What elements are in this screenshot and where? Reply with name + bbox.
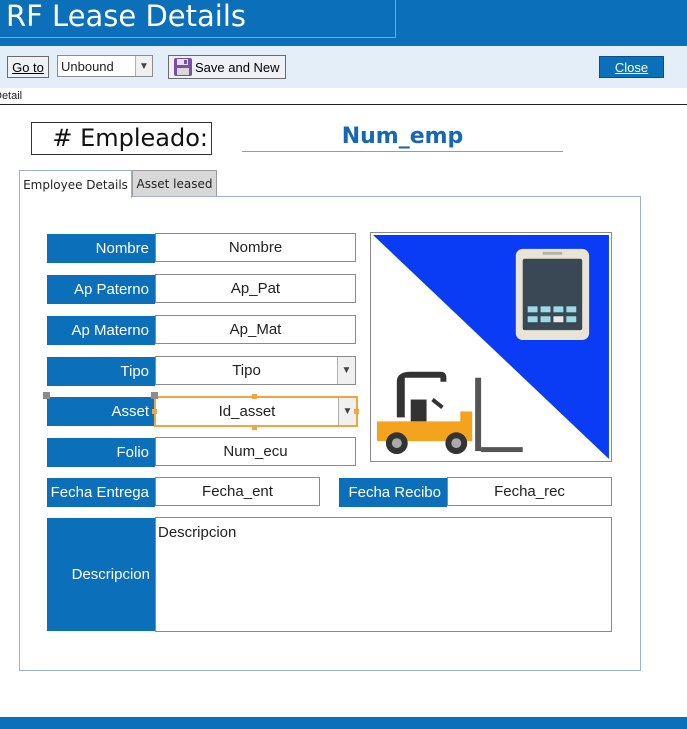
ap-materno-field[interactable]: Ap_Mat (155, 315, 356, 344)
footer-bar (0, 717, 687, 729)
ap-paterno-field[interactable]: Ap_Pat (155, 274, 356, 303)
asset-picture (370, 232, 612, 462)
tipo-select-value: Tipo (232, 362, 261, 379)
selection-handle[interactable] (151, 392, 158, 399)
nombre-field[interactable]: Nombre (155, 233, 356, 262)
empleado-label: # Empleado: (52, 124, 208, 152)
selection-handle[interactable] (152, 409, 157, 414)
empleado-label-box: # Empleado: (31, 122, 212, 155)
fecha-entrega-field[interactable]: Fecha_ent (155, 477, 320, 506)
chevron-down-icon[interactable]: ▼ (135, 56, 152, 76)
tablet-icon (515, 248, 590, 341)
close-button[interactable]: Close (599, 56, 664, 78)
tab-asset-leased[interactable]: Asset leased (132, 170, 217, 197)
asset-label: Asset (47, 397, 155, 426)
chevron-down-icon[interactable]: ▼ (337, 357, 355, 384)
num-emp-field[interactable]: Num_emp (242, 124, 563, 152)
descripcion-label: Descripcion (47, 518, 155, 631)
title-box: RF Lease Details (0, 0, 396, 38)
folio-label: Folio (47, 438, 155, 467)
save-and-new-label: Save and New (195, 59, 280, 75)
fecha-recibo-label: Fecha Recibo (339, 478, 447, 507)
tipo-label: Tipo (47, 357, 155, 386)
form-title: RF Lease Details (6, 0, 247, 33)
goto-label: Go to (12, 59, 44, 75)
save-icon (174, 58, 192, 76)
ap-materno-label: Ap Materno (47, 316, 155, 345)
fecha-entrega-label: Fecha Entrega (47, 478, 155, 507)
nombre-label: Nombre (47, 234, 155, 263)
asset-select[interactable]: Id_asset ▼ (154, 396, 358, 427)
folio-field[interactable]: Num_ecu (155, 437, 356, 466)
section-label-detail: Detail (0, 90, 23, 102)
fecha-recibo-field[interactable]: Fecha_rec (447, 477, 612, 506)
close-label: Close (614, 59, 649, 75)
section-divider (0, 104, 687, 105)
asset-select-value: Id_asset (218, 403, 276, 420)
selection-handle[interactable] (252, 394, 257, 399)
tab-employee-details[interactable]: Employee Details (19, 170, 132, 198)
record-select[interactable]: Unbound ▼ (57, 55, 153, 77)
selection-handle[interactable] (252, 425, 257, 430)
descripcion-field[interactable]: Descripcion (155, 517, 612, 632)
save-and-new-button[interactable]: Save and New (168, 55, 286, 79)
selection-handle[interactable] (354, 409, 359, 414)
goto-button[interactable]: Go to (7, 56, 49, 78)
ap-paterno-label: Ap Paterno (47, 275, 155, 304)
record-select-value: Unbound (61, 58, 114, 74)
selection-handle[interactable] (43, 392, 50, 399)
tipo-select[interactable]: Tipo ▼ (155, 356, 356, 385)
